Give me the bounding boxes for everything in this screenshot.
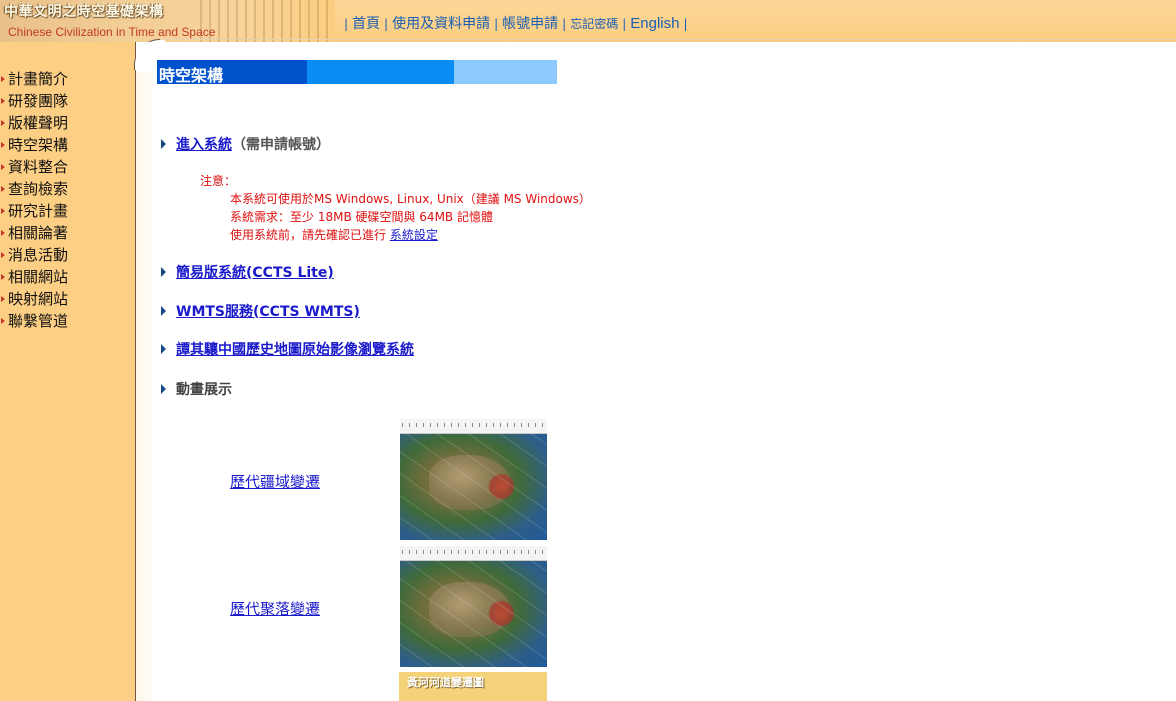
nav-home-link[interactable]: 首頁 [352, 16, 380, 32]
sidebar-item-publications[interactable]: 相關論著 [0, 222, 68, 244]
enter-system-item: 進入系統（需申請帳號） [161, 134, 330, 154]
main-content: 時空架構 進入系統（需申請帳號） 注意： 本系統可使用於MS Windows, … [136, 42, 1176, 701]
sidebar-item-framework[interactable]: 時空架構 [0, 134, 68, 156]
sidebar-item-related-sites[interactable]: 相關網站 [0, 266, 68, 288]
timeline-strip [400, 419, 547, 434]
sidebar-item-data-integration[interactable]: 資料整合 [0, 156, 68, 178]
header: 中華文明之時空基礎架構 Chinese Civilization in Time… [0, 0, 1176, 42]
enter-system-link[interactable]: 進入系統 [176, 137, 232, 153]
nav-separator: | [622, 17, 627, 31]
triangle-bullet-icon [161, 139, 166, 149]
nav-separator: | [494, 17, 499, 31]
nav-separator: | [562, 17, 567, 31]
system-notice: 注意： 本系統可使用於MS Windows, Linux, Unix（建議 MS… [200, 172, 591, 244]
territory-animation-link[interactable]: 歷代疆域變遷 [230, 471, 320, 492]
yellow-river-thumbnail[interactable]: 黃河河道變遷圖 [399, 672, 547, 701]
logo-title-en: Chinese Civilization in Time and Space [8, 25, 216, 39]
settlement-map-thumbnail[interactable] [400, 546, 547, 667]
nav-english-link[interactable]: English [630, 15, 679, 32]
timeline-strip [400, 546, 547, 561]
settlement-animation-link[interactable]: 歷代聚落變遷 [230, 598, 320, 619]
lite-system-link[interactable]: 簡易版系統(CCTS Lite) [176, 265, 334, 281]
wmts-item: WMTS服務(CCTS WMTS) [161, 301, 360, 321]
notice-line: 使用系統前，請先確認已進行 系統設定 [200, 226, 591, 244]
tan-map-item: 譚其驤中國歷史地圖原始影像瀏覽系統 [161, 339, 414, 359]
wmts-link[interactable]: WMTS服務(CCTS WMTS) [176, 304, 360, 320]
triangle-bullet-icon [161, 306, 166, 316]
system-settings-link[interactable]: 系統設定 [390, 228, 438, 242]
notice-heading: 注意： [200, 174, 237, 188]
tan-map-link[interactable]: 譚其驤中國歷史地圖原始影像瀏覽系統 [176, 342, 414, 358]
triangle-bullet-icon [161, 344, 166, 354]
sidebar-item-search[interactable]: 查詢檢索 [0, 178, 68, 200]
content-gutter [136, 72, 156, 701]
enter-system-note: （需申請帳號） [232, 137, 330, 153]
triangle-bullet-icon [161, 267, 166, 277]
nav-account-link[interactable]: 帳號申請 [502, 16, 558, 32]
sidebar-item-mirror-sites[interactable]: 映射網站 [0, 288, 68, 310]
notice-line-text: 使用系統前，請先確認已進行 [230, 228, 390, 242]
sidebar-item-contact[interactable]: 聯繫管道 [0, 310, 68, 332]
lite-system-item: 簡易版系統(CCTS Lite) [161, 262, 334, 282]
territory-map-thumbnail[interactable] [400, 419, 547, 540]
sidebar-menu: 計畫簡介 研發團隊 版權聲明 時空架構 資料整合 查詢檢索 研究計畫 相關論著 … [0, 68, 68, 332]
nav-usage-link[interactable]: 使用及資料申請 [392, 16, 490, 32]
animation-heading: 動畫展示 [176, 382, 232, 398]
nav-forgot-password-link[interactable]: 忘記密碼 [570, 17, 618, 31]
sidebar: 計畫簡介 研發團隊 版權聲明 時空架構 資料整合 查詢檢索 研究計畫 相關論著 … [0, 42, 136, 701]
sidebar-item-team[interactable]: 研發團隊 [0, 90, 68, 112]
divider [160, 39, 1176, 40]
sidebar-item-research[interactable]: 研究計畫 [0, 200, 68, 222]
nav-separator: | [384, 17, 389, 31]
sidebar-item-news[interactable]: 消息活動 [0, 244, 68, 266]
logo-decoration [200, 0, 335, 42]
yellow-river-thumbnail-title: 黃河河道變遷圖 [407, 676, 484, 689]
logo-title-zh: 中華文明之時空基礎架構 [4, 4, 164, 20]
sidebar-item-copyright[interactable]: 版權聲明 [0, 112, 68, 134]
top-nav: | 首頁 | 使用及資料申請 | 帳號申請 | 忘記密碼 | English | [340, 13, 692, 33]
page-title-bar: 時空架構 [157, 60, 557, 85]
map-borders [400, 433, 547, 540]
page-title: 時空架構 [159, 66, 224, 85]
notice-line: 本系統可使用於MS Windows, Linux, Unix（建議 MS Win… [230, 192, 591, 206]
triangle-bullet-icon [161, 384, 166, 394]
site-logo[interactable]: 中華文明之時空基礎架構 Chinese Civilization in Time… [0, 0, 335, 42]
map-borders [400, 560, 547, 667]
notice-line: 系統需求：至少 18MB 硬碟空間與 64MB 記憶體 [230, 210, 493, 224]
nav-separator: | [344, 17, 349, 31]
sidebar-item-project-intro[interactable]: 計畫簡介 [0, 68, 68, 90]
nav-separator: | [683, 17, 688, 31]
animation-item: 動畫展示 [161, 379, 232, 399]
